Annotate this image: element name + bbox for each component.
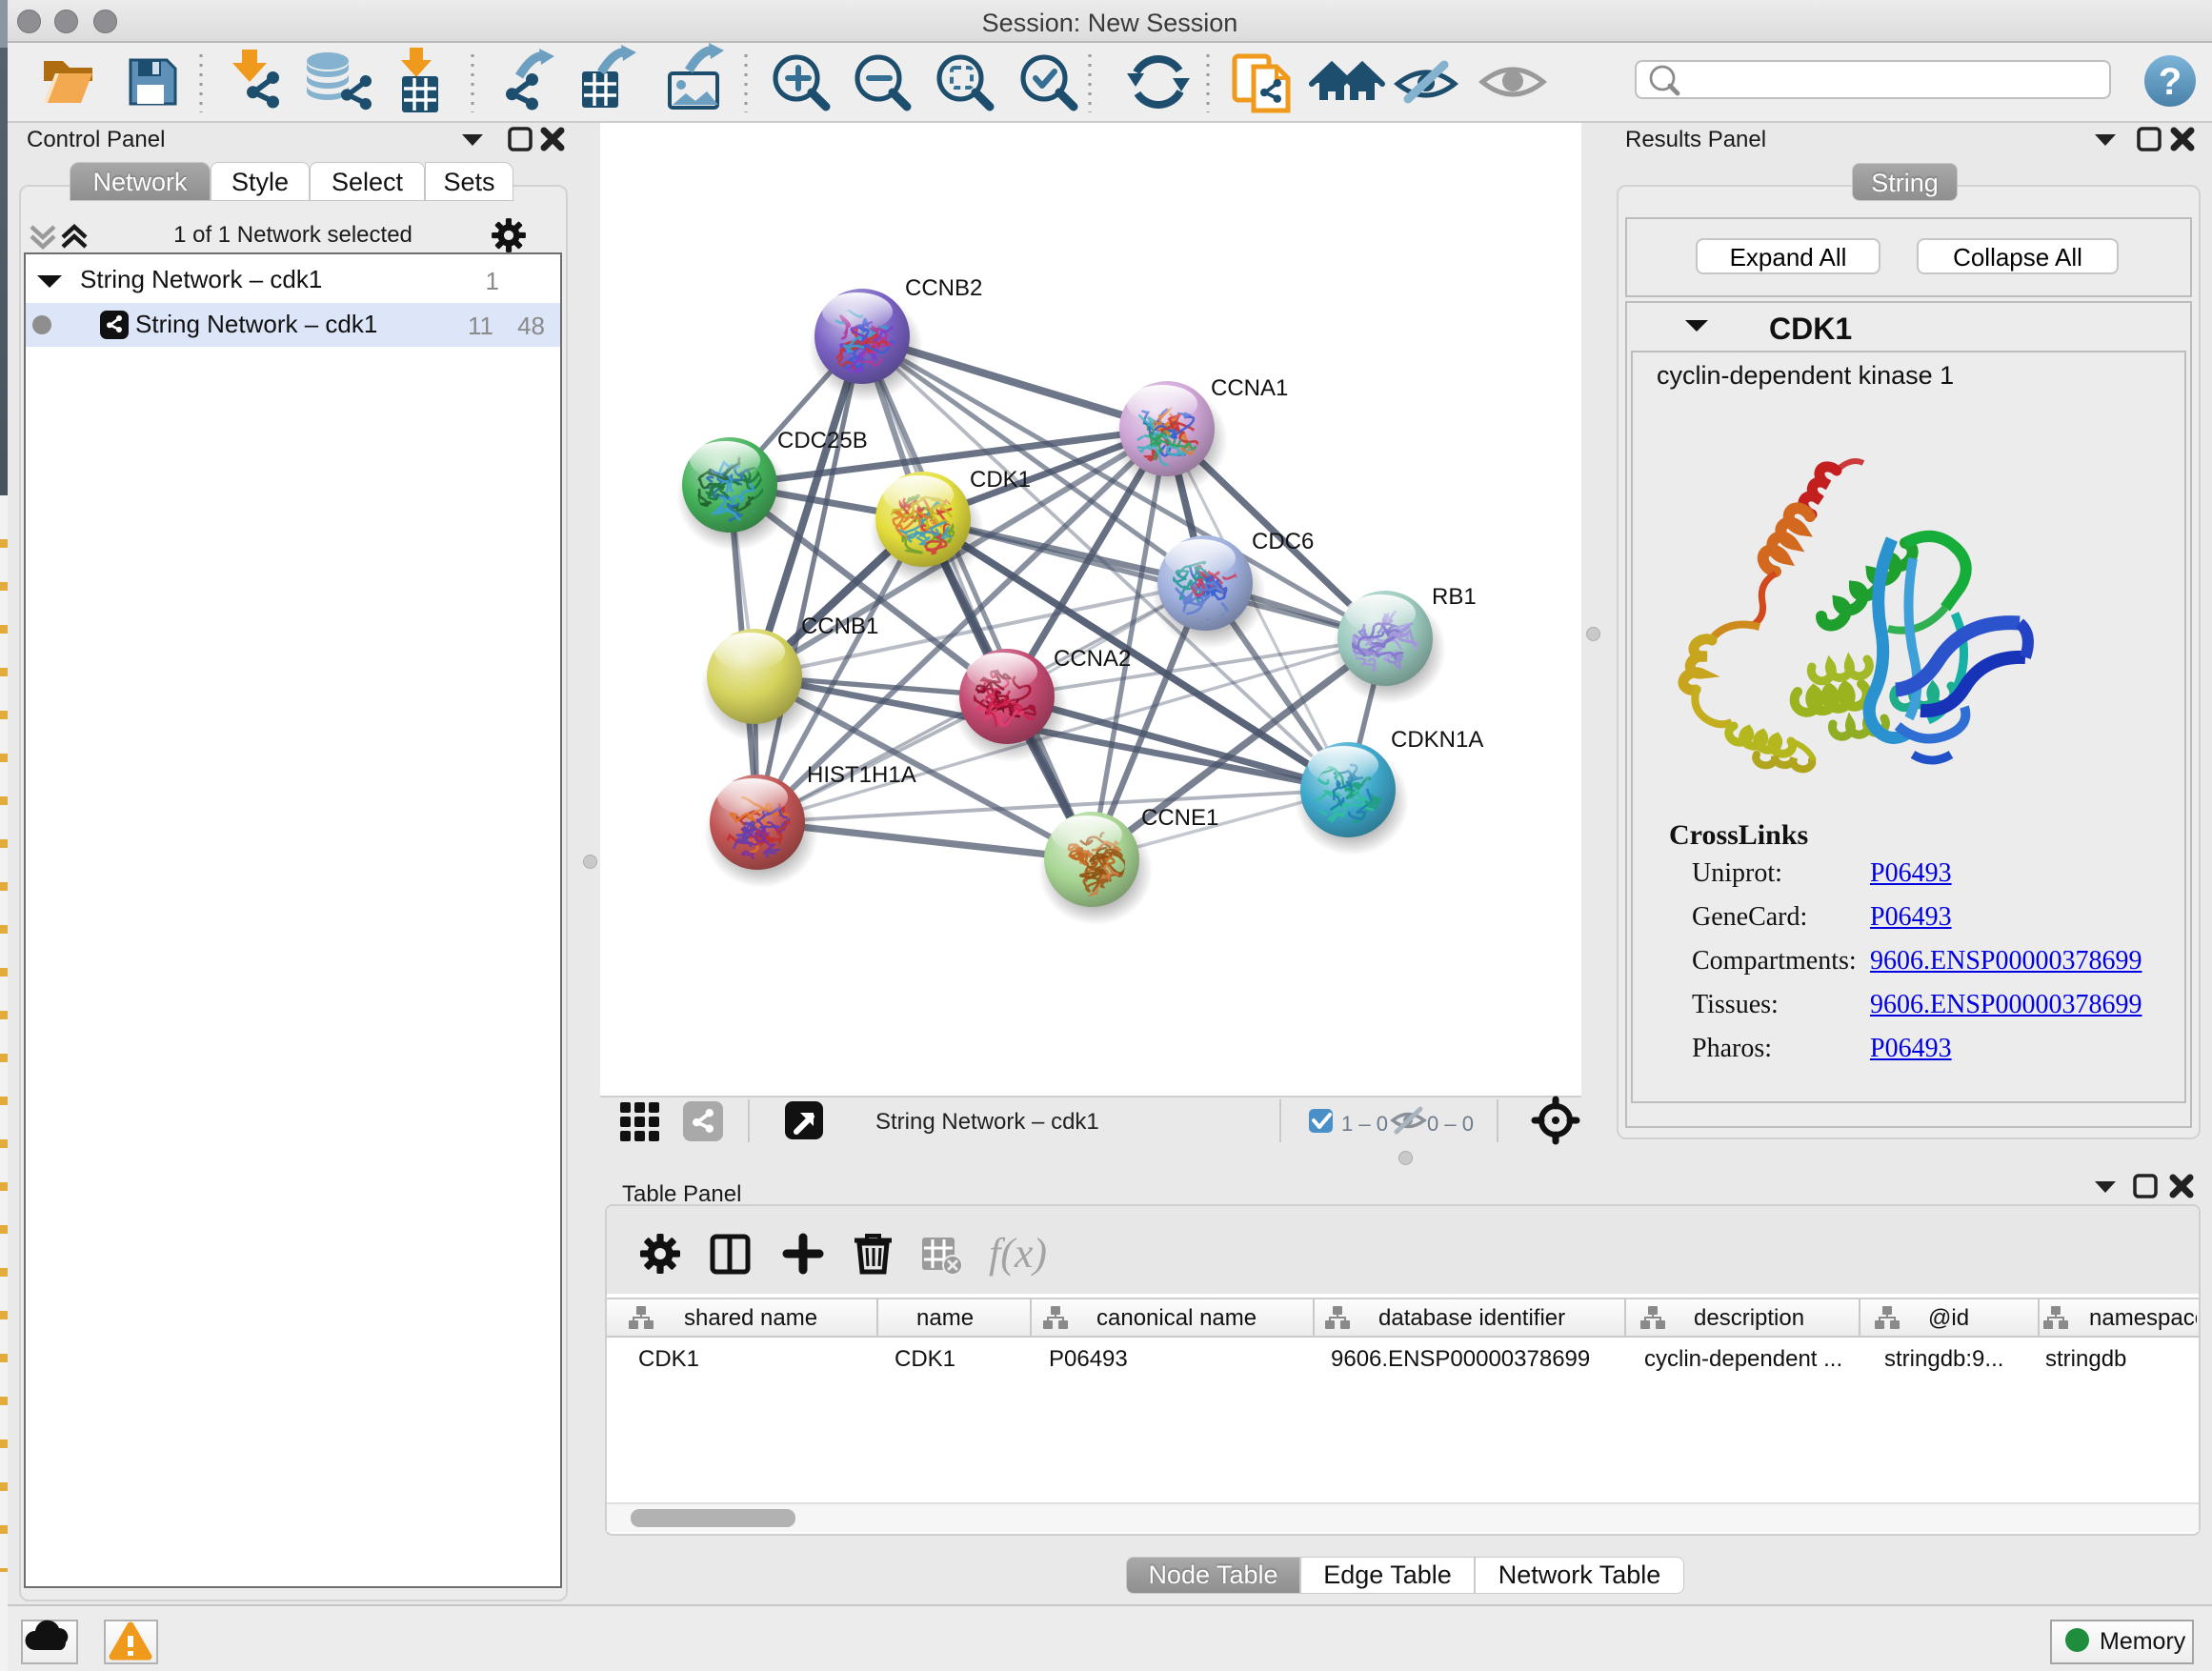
svg-text:?: ? — [2159, 61, 2182, 103]
svg-text:0 – 0: 0 – 0 — [1427, 1112, 1474, 1136]
svg-text:1 – 0: 1 – 0 — [1341, 1112, 1388, 1136]
svg-text:f(x): f(x) — [989, 1230, 1047, 1277]
